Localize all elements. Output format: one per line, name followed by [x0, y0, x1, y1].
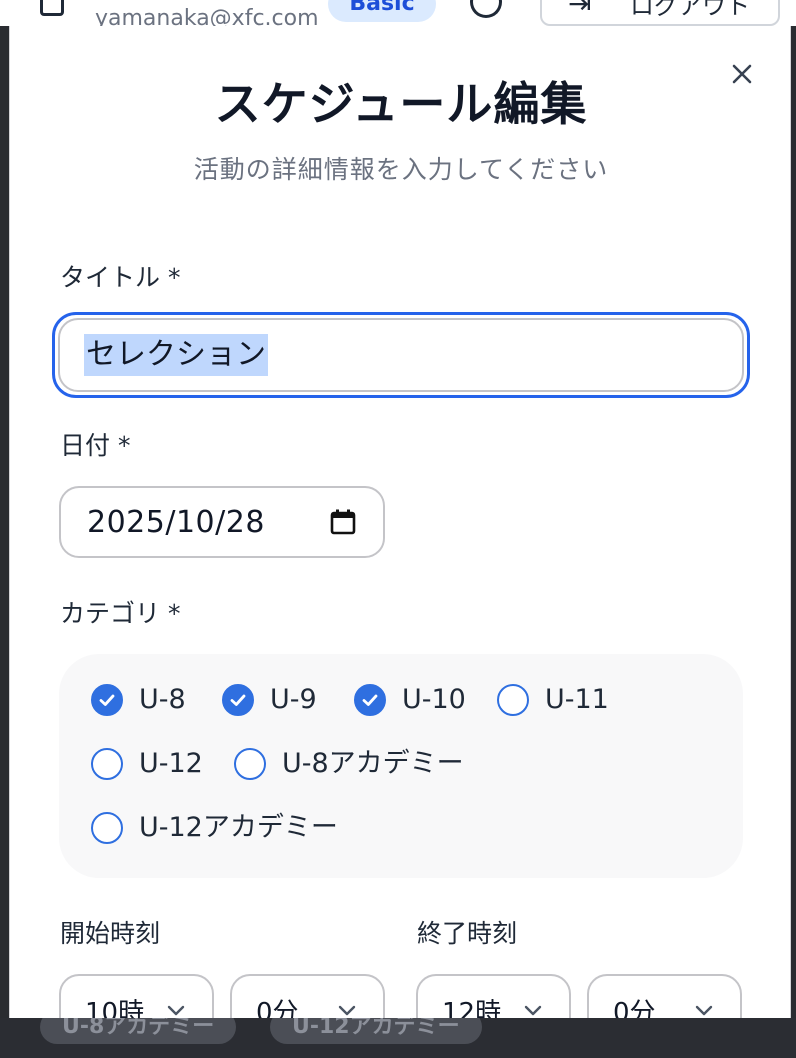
schedule-edit-modal: スケジュール編集 活動の詳細情報を入力してください タイトル * セレクション …: [9, 26, 791, 1018]
chevron-down-icon: [695, 1005, 713, 1016]
chevron-down-icon: [338, 1005, 356, 1016]
date-label: 日付 *: [60, 431, 131, 460]
theme-toggle-icon[interactable]: [470, 0, 502, 18]
background-header: yamanaka@xfc.com Basic ⇥ ログアウト: [0, 0, 796, 26]
date-input[interactable]: 2025/10/28: [59, 486, 385, 558]
logout-label: ログアウト: [630, 0, 750, 20]
check-icon: [362, 694, 378, 706]
category-option-u12[interactable]: U-12: [91, 748, 203, 780]
end-hour-value: 12時: [442, 997, 502, 1019]
category-option-label: U-10: [402, 684, 466, 715]
checkbox[interactable]: [91, 812, 123, 844]
title-input[interactable]: セレクション: [58, 318, 744, 392]
modal-subtitle: 活動の詳細情報を入力してください: [193, 155, 609, 184]
checkbox[interactable]: [91, 684, 123, 716]
background-content: U-8アカデミー U-12アカデミー: [0, 1018, 796, 1058]
start-hour-value: 10時: [85, 997, 145, 1019]
start-hour-select[interactable]: 10時: [59, 974, 214, 1018]
category-option-label: U-12: [139, 748, 203, 779]
check-icon: [99, 694, 115, 706]
checkbox[interactable]: [234, 748, 266, 780]
category-option-label: U-8: [139, 684, 186, 715]
chevron-down-icon: [167, 1005, 185, 1016]
category-option-u12-academy[interactable]: U-12アカデミー: [91, 812, 338, 844]
date-input-value: 2025/10/28: [87, 504, 265, 540]
category-option-u11[interactable]: U-11: [497, 684, 609, 716]
category-option-u8-academy[interactable]: U-8アカデミー: [234, 748, 464, 780]
category-option-u9[interactable]: U-9: [222, 684, 317, 716]
user-email: yamanaka@xfc.com: [95, 6, 319, 27]
background-chip: U-8アカデミー: [40, 1018, 237, 1044]
category-group: U-8 U-9 U-10 U-11 U-12 U-8アカデミー U-12アカデミ…: [59, 654, 743, 878]
end-time-label: 終了時刻: [417, 919, 518, 948]
category-option-label: U-9: [270, 684, 317, 715]
category-option-label: U-8アカデミー: [282, 748, 464, 779]
end-hour-select[interactable]: 12時: [416, 974, 571, 1018]
title-input-focus-ring: セレクション: [52, 312, 750, 398]
calendar-icon[interactable]: [329, 508, 357, 536]
title-input-value: セレクション: [84, 334, 268, 376]
end-minute-value: 0分: [613, 997, 656, 1019]
modal-title: スケジュール編集: [214, 77, 588, 131]
category-label: カテゴリ *: [60, 599, 181, 628]
checkbox[interactable]: [91, 748, 123, 780]
category-option-u8[interactable]: U-8: [91, 684, 186, 716]
plan-badge: Basic: [328, 0, 436, 22]
checkbox[interactable]: [497, 684, 529, 716]
sidebar-toggle-icon[interactable]: [40, 0, 64, 16]
end-minute-select[interactable]: 0分: [587, 974, 742, 1018]
title-label: タイトル *: [60, 263, 181, 292]
category-option-label: U-11: [545, 684, 609, 715]
checkbox[interactable]: [222, 684, 254, 716]
check-icon: [230, 694, 246, 706]
start-minute-select[interactable]: 0分: [230, 974, 385, 1018]
logout-icon: ⇥: [568, 0, 592, 20]
start-time-label: 開始時刻: [60, 919, 161, 948]
category-option-u10[interactable]: U-10: [354, 684, 466, 716]
background-chip: U-12アカデミー: [270, 1018, 482, 1044]
chevron-down-icon: [524, 1005, 542, 1016]
checkbox[interactable]: [354, 684, 386, 716]
start-minute-value: 0分: [256, 997, 299, 1019]
category-option-label: U-12アカデミー: [139, 812, 338, 843]
